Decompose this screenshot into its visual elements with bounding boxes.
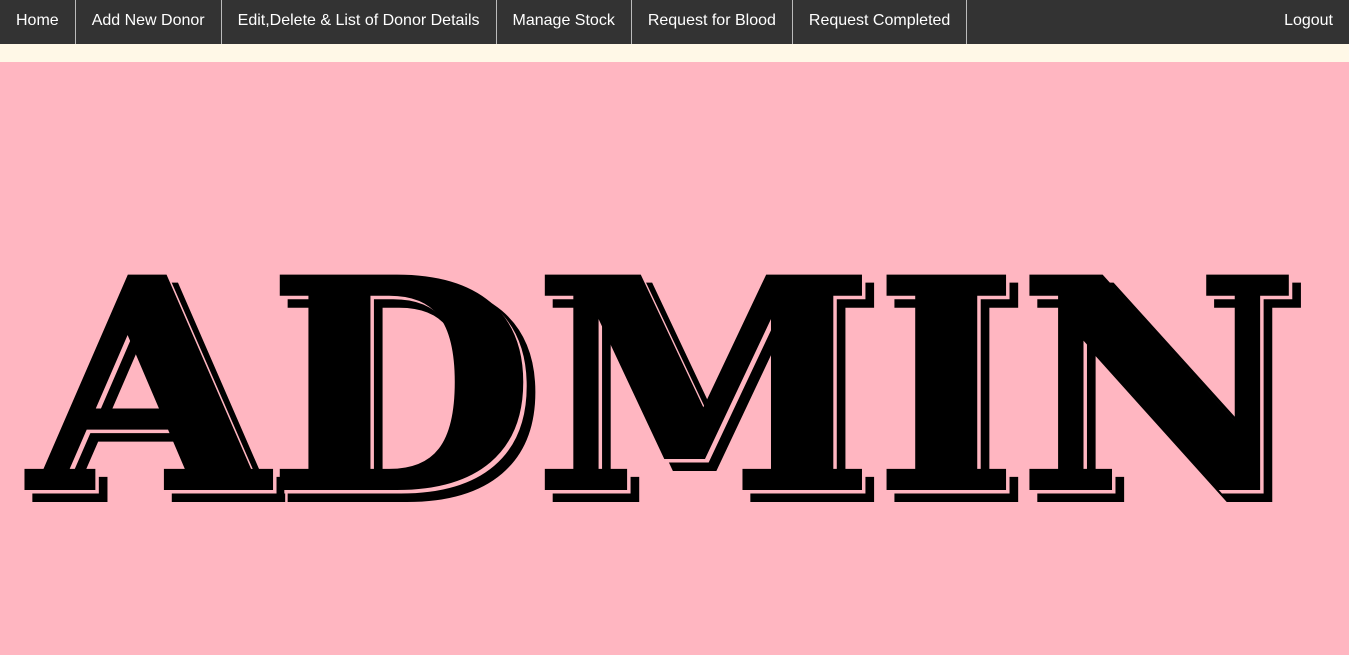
nav-request-completed-link[interactable]: Request Completed	[793, 0, 968, 44]
admin-title: ADMIN	[24, 217, 1299, 557]
header-divider-strip	[0, 44, 1349, 62]
nav-home-link[interactable]: Home	[0, 0, 76, 44]
nav-manage-stock-link[interactable]: Manage Stock	[497, 0, 632, 44]
nav-request-for-blood-link[interactable]: Request for Blood	[632, 0, 793, 44]
main-content: ADMIN ADMIN ADMIN	[0, 62, 1349, 655]
nav-edit-delete-list-donor-link[interactable]: Edit,Delete & List of Donor Details	[222, 0, 497, 44]
admin-title-banner: ADMIN ADMIN ADMIN	[22, 215, 1313, 571]
top-navbar: Home Add New Donor Edit,Delete & List of…	[0, 0, 1349, 44]
logout-link[interactable]: Logout	[1268, 0, 1349, 44]
nav-add-new-donor-link[interactable]: Add New Donor	[76, 0, 222, 44]
